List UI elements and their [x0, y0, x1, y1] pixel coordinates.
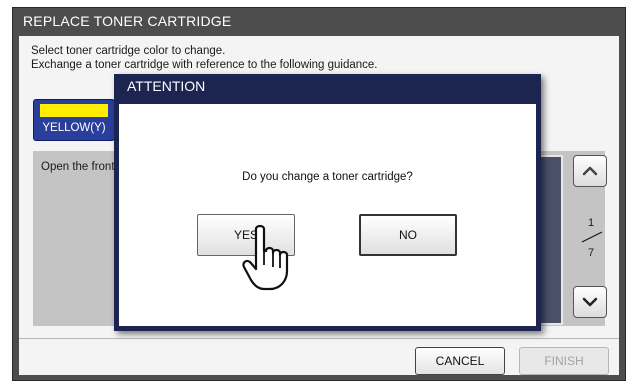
page-divider — [581, 231, 603, 243]
color-swatch — [40, 104, 108, 117]
hand-pointer-icon — [242, 224, 289, 291]
cancel-button[interactable]: CANCEL — [415, 347, 505, 375]
dialog-title: ATTENTION — [127, 78, 206, 94]
scroll-down-button[interactable] — [573, 286, 607, 318]
page-indicator: 1 7 — [581, 217, 603, 263]
dialog-body: Do you change a toner cartridge? YES NO — [119, 104, 536, 326]
instruction-line: Select toner cartridge color to change. — [31, 45, 226, 57]
scroll-up-button[interactable] — [573, 155, 607, 187]
toner-color-button[interactable]: YELLOW(Y) — [33, 99, 115, 141]
attention-dialog: ATTENTION Do you change a toner cartridg… — [114, 74, 541, 331]
footer-divider — [19, 338, 619, 339]
instruction-line: Exchange a toner cartridge with referenc… — [31, 59, 378, 71]
instructions: Select toner cartridge color to change. … — [31, 44, 378, 72]
page-current: 1 — [588, 217, 595, 229]
window-title: REPLACE TONER CARTRIDGE — [23, 13, 232, 29]
dialog-message: Do you change a toner cartridge? — [242, 171, 413, 183]
toner-color-label: YELLOW(Y) — [42, 122, 106, 134]
no-button[interactable]: NO — [359, 214, 457, 256]
page-total: 7 — [588, 247, 595, 259]
chevron-up-icon — [582, 166, 598, 176]
chevron-down-icon — [582, 297, 598, 307]
finish-button[interactable]: FINISH — [519, 347, 609, 375]
